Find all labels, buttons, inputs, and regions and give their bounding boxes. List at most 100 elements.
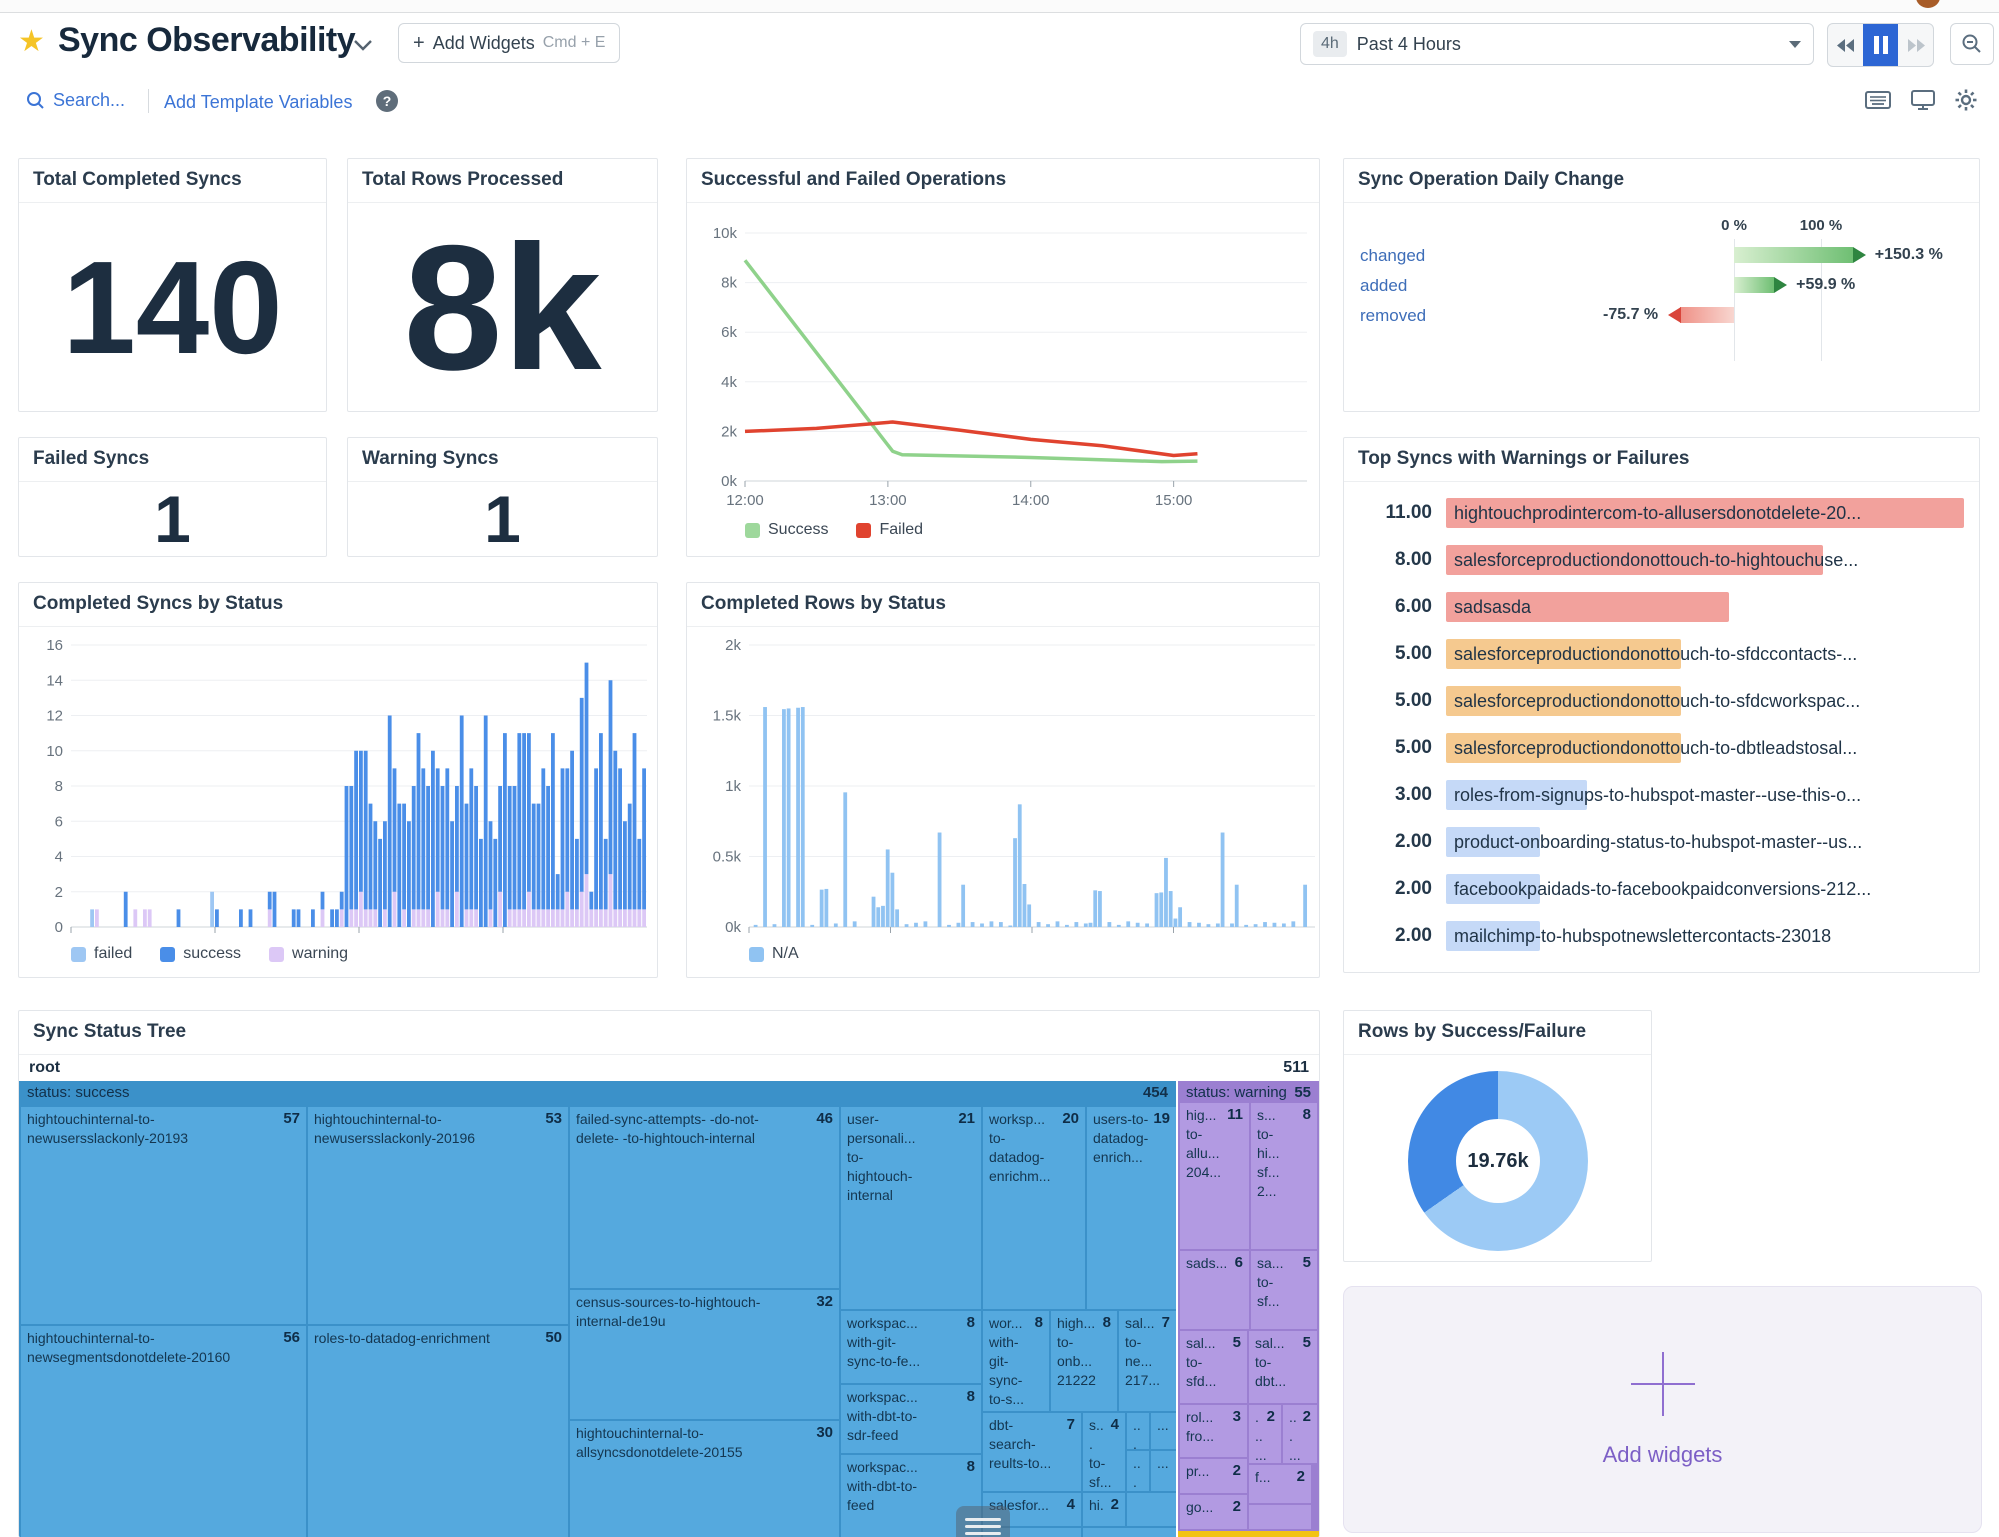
treemap-cell[interactable] — [1127, 1493, 1176, 1526]
treemap-cell[interactable]: 56hightouchinternal-to- newsegmentsdonot… — [21, 1326, 306, 1537]
top-sync-label: sadsasda — [1454, 592, 1531, 622]
treemap-cell[interactable]: 2f... — [1249, 1465, 1311, 1503]
svg-text:13:00: 13:00 — [869, 492, 907, 509]
top-sync-row[interactable]: 2.00facebookpaidads-to-facebookpaidconve… — [1344, 874, 1967, 904]
chart-legend: Success Failed — [745, 521, 923, 539]
treemap-cell[interactable]: 2hi... — [1083, 1493, 1125, 1526]
keyboard-icon[interactable] — [1865, 91, 1891, 109]
widget-title: Total Completed Syncs — [19, 159, 326, 203]
help-icon[interactable]: ? — [376, 90, 398, 112]
top-sync-row[interactable]: 5.00salesforceproductiondonottouch-to-db… — [1344, 733, 1967, 763]
widget-title: Successful and Failed Operations — [687, 159, 1319, 203]
zoom-out-button[interactable] — [1950, 23, 1994, 65]
treemap-cell[interactable]: 21user- personali... to- hightouch- inte… — [841, 1107, 981, 1309]
legend-item-success[interactable]: success — [160, 945, 241, 963]
top-sync-label: hightouchprodintercom-to-allusersdonotde… — [1454, 498, 1861, 528]
top-sync-value: 6.00 — [1344, 596, 1432, 618]
treemap-cell[interactable]: 4s... to- sf... — [1083, 1413, 1125, 1491]
top-sync-value: 2.00 — [1344, 925, 1432, 947]
pause-button[interactable] — [1863, 24, 1898, 66]
treemap-cell[interactable]: 8high... to- onb... 21222 — [1051, 1311, 1117, 1411]
treemap-cell[interactable]: 7sal... to- ne... 217... — [1119, 1311, 1176, 1411]
svg-text:6: 6 — [55, 813, 63, 830]
treemap-cell[interactable]: 7dbt- search- reults-to... — [983, 1413, 1081, 1491]
legend-item-success[interactable]: Success — [745, 521, 828, 539]
treemap-cell[interactable]: 32census-sources-to-hightouch- internal-… — [570, 1290, 839, 1419]
forward-button[interactable] — [1898, 24, 1933, 66]
top-sync-row[interactable]: 5.00salesforceproductiondonottouch-to-sf… — [1344, 686, 1967, 716]
rewind-button[interactable] — [1828, 24, 1863, 66]
change-row-label-removed[interactable]: removed — [1360, 306, 1426, 326]
add-template-variables-link[interactable]: Add Template Variables — [164, 92, 352, 113]
change-row-label-changed[interactable]: changed — [1360, 246, 1425, 266]
treemap-cell[interactable]: 8workspac... with-git- sync-to-fe... — [841, 1311, 981, 1383]
treemap-cell[interactable]: 8wor... with- git- sync- to-s... — [983, 1311, 1049, 1411]
change-bar-arrow — [1668, 307, 1681, 323]
legend-item-failed[interactable]: Failed — [856, 521, 923, 539]
donut-chart[interactable]: 19.76k — [1408, 1071, 1588, 1251]
treemap-cell[interactable]: 5sa... to- sf... — [1251, 1251, 1317, 1329]
treemap-cell[interactable]: 6sads... — [1180, 1251, 1249, 1329]
treemap-cell[interactable]: ... — [1127, 1413, 1149, 1449]
treemap-cell[interactable]: 2go... — [1180, 1495, 1247, 1529]
add-widgets-button[interactable]: + Add Widgets Cmd + E — [398, 23, 620, 63]
widget-title: Completed Rows by Status — [687, 583, 1319, 627]
avatar[interactable] — [1916, 0, 1940, 8]
time-range-picker[interactable]: 4h Past 4 Hours — [1300, 23, 1814, 65]
change-bar — [1734, 277, 1774, 293]
add-widgets-panel-label: Add widgets — [1603, 1442, 1723, 1468]
treemap-cell[interactable]: 8s... to- hi... sf... 2... — [1251, 1103, 1317, 1249]
svg-text:2k: 2k — [725, 637, 741, 654]
legend-item-n-a[interactable]: N/A — [749, 945, 799, 963]
svg-text:1k: 1k — [725, 778, 741, 795]
legend-item-warning[interactable]: warning — [269, 945, 348, 963]
toolbar-right-icons — [1865, 89, 1977, 111]
top-sync-row[interactable]: 8.00salesforceproductiondonottouch-to-hi… — [1344, 545, 1967, 575]
add-widgets-panel[interactable]: Add widgets — [1343, 1286, 1982, 1533]
top-sync-row[interactable]: 3.00roles-from-signups-to-hubspot-master… — [1344, 780, 1967, 810]
change-row-label-added[interactable]: added — [1360, 276, 1407, 296]
search-input[interactable]: Search... — [26, 90, 125, 111]
legend-item-failed[interactable]: failed — [71, 945, 132, 963]
treemap-cell[interactable]: ... — [1151, 1451, 1176, 1491]
change-chart: 0 %100 %changed+150.3 %added+59.9 %remov… — [1344, 203, 1979, 411]
treemap-cell[interactable]: 8workspac... with-dbt-to- sdr-feed — [841, 1385, 981, 1453]
treemap-cell[interactable] — [1249, 1505, 1311, 1529]
treemap-cell[interactable]: 2pr... — [1180, 1459, 1247, 1493]
treemap-cell[interactable]: 57hightouchinternal-to- newusersslackonl… — [21, 1107, 306, 1324]
top-sync-row[interactable]: 5.00salesforceproductiondonottouch-to-sf… — [1344, 639, 1967, 669]
top-sync-row[interactable]: 11.00hightouchprodintercom-to-allusersdo… — [1344, 498, 1967, 528]
chevron-down-icon[interactable] — [352, 37, 374, 58]
treemap-cell[interactable] — [1083, 1528, 1176, 1537]
treemap-cell[interactable]: 11hig... to- allu... 204... — [1180, 1103, 1249, 1249]
dashboard-toolbar: Search... Add Template Variables ? — [0, 84, 1999, 124]
line-series-failed — [745, 422, 1197, 455]
gear-icon[interactable] — [1955, 89, 1977, 111]
treemap-cell[interactable]: 19users-to- datadog- enrich... — [1087, 1107, 1176, 1309]
treemap-cell[interactable]: 46failed-sync-attempts- -do-not- delete-… — [570, 1107, 839, 1288]
treemap-failed-strip[interactable] — [1178, 1531, 1319, 1537]
treemap-cell[interactable]: ... — [1151, 1413, 1176, 1449]
tv-screen-icon[interactable] — [1911, 90, 1935, 110]
treemap-cell[interactable]: 2... ... — [1249, 1405, 1281, 1463]
top-sync-row[interactable]: 2.00mailchimp-to-hubspotnewslettercontac… — [1344, 921, 1967, 951]
change-bar-arrow — [1853, 247, 1866, 263]
svg-text:15:00: 15:00 — [1155, 492, 1193, 509]
treemap-cell[interactable]: 53hightouchinternal-to- newusersslackonl… — [308, 1107, 568, 1324]
treemap-cell[interactable]: 5sal... to- sfd... — [1180, 1331, 1247, 1403]
favorite-star-icon[interactable]: ★ — [18, 27, 45, 57]
top-sync-label: roles-from-signups-to-hubspot-master--us… — [1454, 780, 1861, 810]
treemap-cell[interactable]: 20worksp... to- datadog- enrichm... — [983, 1107, 1085, 1309]
top-sync-row[interactable]: 2.00product-onboarding-status-to-hubspot… — [1344, 827, 1967, 857]
treemap-cell[interactable]: 2... ... — [1283, 1405, 1317, 1463]
list-view-toggle-button[interactable] — [956, 1506, 1010, 1537]
treemap-cell[interactable]: 30hightouchinternal-to- allsyncsdonotdel… — [570, 1421, 839, 1537]
treemap-cell[interactable]: 3rol... fro... — [1180, 1405, 1247, 1457]
treemap-cell[interactable]: 5sal... to- dbt... — [1249, 1331, 1317, 1403]
treemap-cell[interactable]: ... — [1127, 1451, 1149, 1491]
change-value: -75.7 % — [1578, 307, 1658, 323]
top-sync-row[interactable]: 6.00 sadsasda — [1344, 592, 1967, 622]
treemap-cell[interactable]: 50roles-to-datadog-enrichment — [308, 1326, 568, 1537]
top-sync-bar-wrap: hightouchprodintercom-to-allusersdonotde… — [1446, 498, 1967, 528]
change-axis-label: 100 % — [1800, 217, 1843, 234]
